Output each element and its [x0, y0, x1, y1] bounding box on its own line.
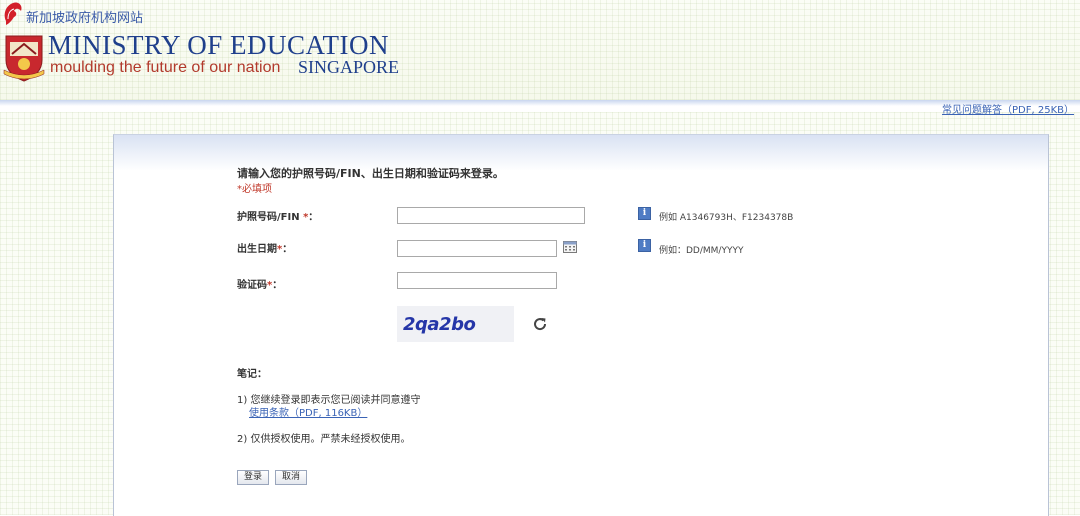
dob-label: 出生日期*：: [237, 244, 293, 255]
form-instruction: 请输入您的护照号码/FIN、出生日期和验证码来登录。: [237, 167, 504, 180]
passport-fin-input[interactable]: [397, 207, 585, 224]
site-header: 新加坡政府机构网站 MINISTRY OF EDUCATION moulding…: [0, 0, 1080, 100]
captcha-label: 验证码*：: [237, 280, 283, 291]
lion-head-icon: [4, 2, 22, 25]
captcha-image: 2qa2bo: [397, 306, 514, 342]
moe-crest-logo[interactable]: [2, 30, 46, 82]
calendar-icon[interactable]: [563, 240, 577, 253]
note-authorized-use: 2) 仅供授权使用。严禁未经授权使用。: [237, 434, 411, 445]
terms-of-use-link[interactable]: 使用条款（PDF, 116KB）: [249, 404, 367, 419]
passport-fin-label: 护照号码/FIN *：: [237, 212, 319, 223]
captcha-input[interactable]: [397, 272, 557, 289]
notes-title: 笔记：: [237, 369, 267, 380]
login-button[interactable]: 登录: [237, 470, 270, 485]
required-note: *必填项: [237, 184, 272, 195]
dob-input[interactable]: [397, 240, 557, 257]
header-divider: [0, 100, 1080, 106]
info-icon: i: [638, 239, 651, 252]
gov-agency-link[interactable]: 新加坡政府机构网站: [26, 7, 143, 26]
cancel-button[interactable]: 取消: [275, 470, 308, 485]
faq-link[interactable]: 常见问题解答（PDF, 25KB）: [942, 101, 1074, 116]
ministry-tagline: moulding the future of our nation: [50, 59, 281, 76]
info-icon: i: [638, 207, 651, 220]
refresh-icon[interactable]: [532, 316, 548, 332]
passport-fin-hint: 例如 A1346793H、F1234378B: [659, 213, 794, 223]
ministry-country: SINGAPORE: [298, 57, 400, 77]
dob-hint: 例如：DD/MM/YYYY: [659, 246, 744, 256]
